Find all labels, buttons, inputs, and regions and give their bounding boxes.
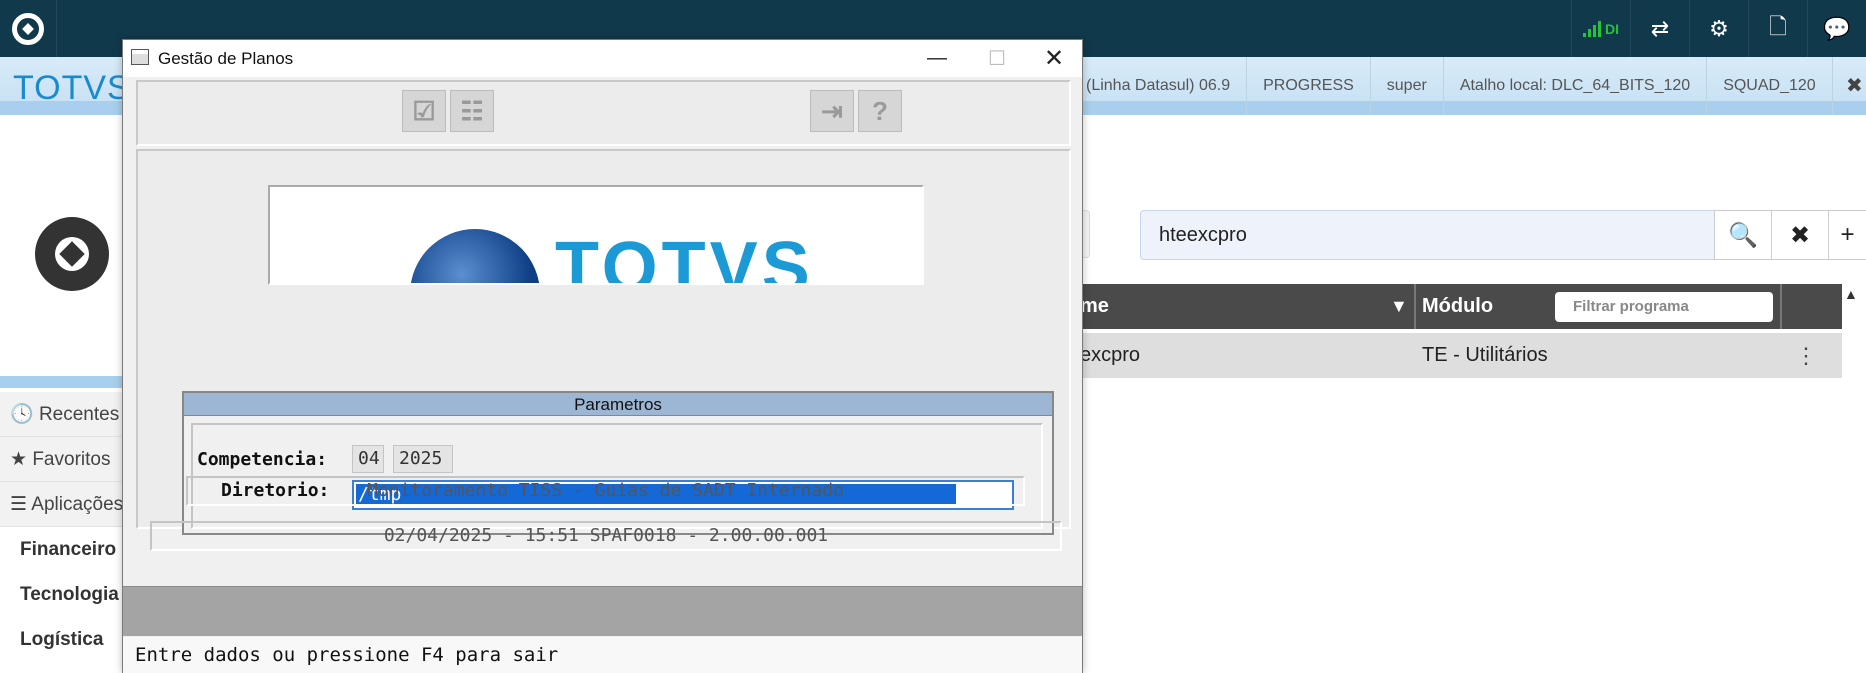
exit-door-icon[interactable]: ⇥ [810, 90, 854, 132]
status-message: Entre dados ou pressione F4 para sair [123, 637, 1082, 673]
gestao-de-planos-window: Gestão de Planos — ☐ ✕ ☑ ☷ ⇥ ? TOTVS Par… [122, 39, 1083, 673]
competencia-label: Competencia: [197, 449, 328, 470]
column-header-name[interactable]: me [1080, 284, 1109, 329]
sidebar-group-financeiro[interactable]: Financeiro [0, 527, 122, 572]
shuffle-icon[interactable]: ⇄ [1630, 0, 1689, 57]
environment-info-items: (Linha Datasul) 06.9 PROGRESS super Atal… [1070, 57, 1833, 115]
search-input[interactable]: hteexcpro [1140, 210, 1715, 260]
close-icon: ✖ [1789, 221, 1811, 249]
competencia-month-field[interactable]: 04 [352, 445, 384, 473]
scroll-up-arrow[interactable]: ▲ [1844, 286, 1858, 302]
close-window-button[interactable]: ✕ [1024, 40, 1084, 77]
star-icon: ★ [10, 449, 28, 470]
parameters-frame: Parametros Competencia: 04 2025 Diretori… [182, 391, 1054, 535]
column-header-module[interactable]: Módulo [1422, 284, 1493, 329]
program-name-cell: excpro [1080, 344, 1141, 366]
dialog-empty-area [123, 586, 1082, 636]
plus-icon: + [1840, 221, 1855, 248]
add-button[interactable]: + [1828, 210, 1866, 260]
clock-icon: 🕓 [10, 404, 34, 425]
sidebar-item-label: Recentes [38, 404, 120, 425]
totvs-banner-image: TOTVS [268, 185, 924, 285]
program-module-cell: TE - Utilitários [1422, 344, 1548, 366]
settings-list-icon[interactable]: ☷ [450, 90, 494, 132]
chat-icon[interactable]: 💬 [1807, 0, 1866, 57]
top-tools: DI ⇄ ⚙ 🗋 💬 [1571, 0, 1866, 57]
window-title: Gestão de Planos [158, 49, 294, 68]
search-icon: 🔍 [1728, 221, 1758, 249]
info-item-database: PROGRESS [1247, 57, 1371, 115]
close-icon[interactable]: ✖ [1846, 57, 1866, 115]
totvs-logo-text: TOTVS [555, 228, 814, 285]
window-titlebar[interactable]: Gestão de Planos — ☐ ✕ [123, 40, 1082, 77]
sidebar-divider [0, 376, 122, 388]
version-info: 02/04/2025 - 15:51 SPAF0018 - 2.00.00.00… [150, 521, 1062, 551]
help-icon[interactable]: ? [858, 90, 902, 132]
menu-icon: ☰ [10, 494, 28, 515]
maximize-button[interactable]: ☐ [967, 40, 1027, 77]
info-item-user: super [1371, 57, 1444, 115]
connection-label: DI [1605, 20, 1619, 37]
more-options-icon[interactable]: ⋮ [1795, 333, 1817, 378]
sidebar-group-tecnologia[interactable]: Tecnologia [0, 572, 122, 617]
chevron-down-icon[interactable]: ▼ [1390, 284, 1408, 329]
table-row[interactable]: excpro TE - Utilitários ⋮ [1070, 333, 1842, 378]
sidebar-item-label: Favoritos [32, 449, 111, 470]
info-item-shortcut: Atalho local: DLC_64_BITS_120 [1444, 57, 1708, 115]
sidebar: 🕓 Recentes ★ Favoritos ☰ Aplicações Fina… [0, 392, 122, 662]
confirm-list-icon[interactable]: ☑ [402, 90, 446, 132]
search-button[interactable]: 🔍 [1714, 210, 1772, 260]
window-icon [131, 49, 149, 65]
totvs-globe-logo [410, 229, 540, 283]
minimize-button[interactable]: — [907, 40, 967, 77]
parameters-title: Parametros [184, 393, 1052, 416]
dialog-toolbar: ☑ ☷ ⇥ ? [136, 80, 1071, 146]
filter-program-input[interactable]: Filtrar programa [1555, 292, 1773, 322]
sidebar-group-logistica[interactable]: Logística [0, 617, 122, 662]
info-item-version: (Linha Datasul) 06.9 [1070, 57, 1248, 115]
sidebar-item-aplicacoes[interactable]: ☰ Aplicações [0, 482, 122, 527]
totvs-logo-icon [12, 12, 44, 45]
signal-icon [1583, 20, 1601, 37]
gear-icon[interactable]: ⚙ [1689, 0, 1748, 57]
report-description: Monitoramento TISS - Guias de SADT Inter… [186, 476, 1025, 506]
totvs-home-button[interactable] [0, 0, 57, 57]
brand-title: TOTVS [13, 69, 131, 107]
clear-search-button[interactable]: ✖ [1771, 210, 1829, 260]
document-icon[interactable]: 🗋 [1748, 0, 1807, 57]
column-divider [1780, 284, 1782, 329]
competencia-year-field[interactable]: 2025 [393, 445, 453, 473]
connection-status[interactable]: DI [1571, 0, 1630, 57]
column-divider [1414, 284, 1416, 329]
info-item-squad: SQUAD_120 [1707, 57, 1833, 115]
sidebar-item-recentes[interactable]: 🕓 Recentes [0, 392, 122, 437]
sidebar-item-favoritos[interactable]: ★ Favoritos [0, 437, 122, 482]
dialog-main-panel: TOTVS Parametros Competencia: 04 2025 Di… [136, 149, 1071, 551]
totvs-logo [35, 217, 109, 291]
sidebar-item-label: Aplicações [31, 494, 122, 515]
programs-table-header: me ▼ Módulo Filtrar programa [1070, 284, 1842, 329]
